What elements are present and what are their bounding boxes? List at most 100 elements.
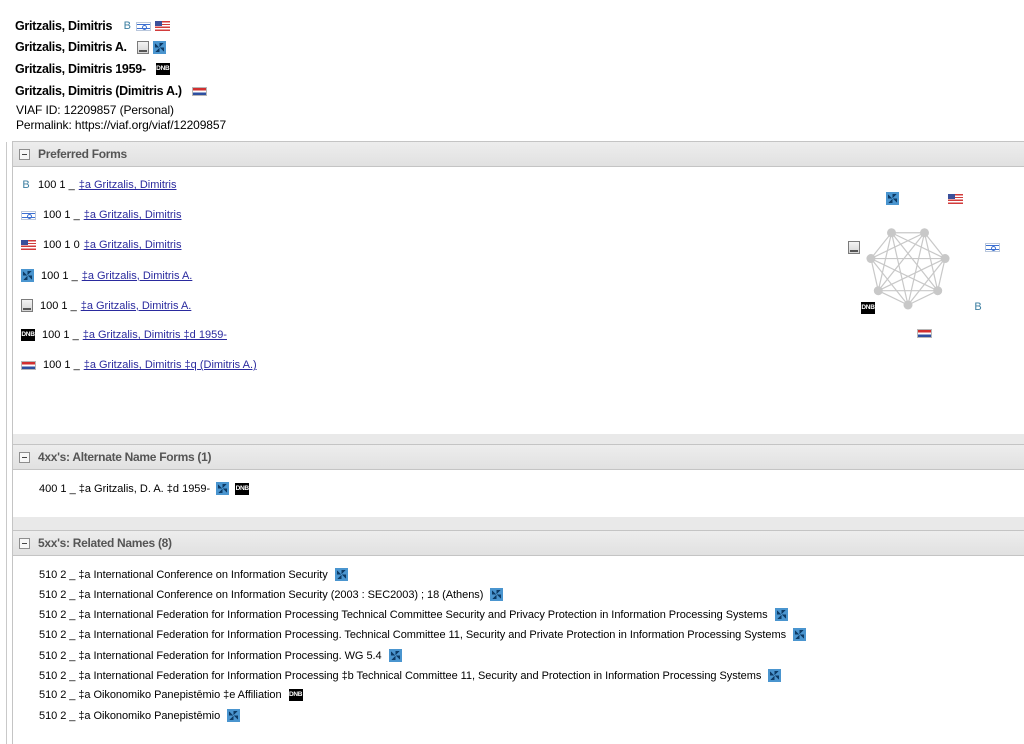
viaf-id: VIAF ID: 12209857 (Personal) (16, 103, 174, 117)
lc-icon[interactable] (152, 40, 166, 54)
section-title: 4xx's: Alternate Name Forms (1) (38, 450, 212, 464)
netherlands-flag-icon[interactable] (917, 329, 932, 338)
preferred-form-link[interactable]: ‡a Gritzalis, Dimitris ‡d 1959- (83, 329, 227, 341)
marc-code: 100 1 _ (40, 299, 77, 312)
graph-node (919, 228, 929, 238)
alternate-name-row: 400 1 _ ‡a Gritzalis, D. A. ‡d 1959- DNB (39, 482, 250, 495)
lc-icon[interactable] (388, 649, 402, 662)
marc-code: 100 1 _ (43, 359, 80, 371)
lc-icon[interactable] (768, 669, 782, 682)
related-name-text: 510 2 _ ‡a Oikonomiko Panepistēmio (39, 709, 221, 722)
heading-name-text: Gritzalis, Dimitris (15, 19, 113, 33)
marc-code: 100 1 _ (42, 329, 79, 341)
b-icon[interactable]: B (122, 20, 132, 32)
lc-icon[interactable] (886, 192, 899, 205)
preferred-forms-header[interactable]: Preferred Forms (12, 141, 1024, 167)
preferred-form-link[interactable]: ‡a Gritzalis, Dimitris (79, 179, 177, 191)
preferred-form-row: B 100 1 _ ‡a Gritzalis, Dimitris (21, 179, 177, 191)
related-name-text: 510 2 _ ‡a International Federation for … (39, 608, 768, 621)
preferred-form-link[interactable]: ‡a Gritzalis, Dimitris A. (81, 300, 192, 312)
lc-icon[interactable] (216, 482, 230, 495)
graph-edge (891, 232, 946, 260)
heading-name-2: Gritzalis, Dimitris A. (15, 40, 166, 54)
lc-icon[interactable] (227, 709, 241, 722)
heading-name-4: Gritzalis, Dimitris (Dimitris A.) (15, 84, 207, 98)
related-name-text: 510 2 _ ‡a International Federation for … (39, 649, 382, 662)
collapse-toggle-icon[interactable] (19, 148, 30, 160)
netherlands-flag-icon[interactable] (191, 86, 207, 96)
section-title: 5xx's: Related Names (8) (38, 536, 172, 550)
lc-icon[interactable] (490, 588, 504, 601)
lc-icon[interactable] (334, 568, 348, 581)
usa-flag-icon[interactable] (155, 21, 171, 31)
preferred-form-row: 100 1 _ ‡a Gritzalis, Dimitris (21, 209, 182, 221)
marc-code: 100 1 _ (43, 209, 80, 221)
book-icon[interactable] (848, 241, 860, 254)
marc-code: 100 1 _ (38, 179, 75, 191)
book-icon[interactable] (21, 299, 33, 312)
section-title: Preferred Forms (38, 147, 127, 161)
lc-icon[interactable] (793, 628, 807, 641)
preferred-form-row: 100 1 _ ‡a Gritzalis, Dimitris A. (21, 299, 191, 312)
graph-node (873, 286, 883, 296)
graph-edge (878, 290, 909, 306)
usa-flag-icon[interactable] (21, 240, 36, 250)
graph-node (887, 228, 897, 238)
alternate-names-header[interactable]: 4xx's: Alternate Name Forms (1) (12, 444, 1024, 470)
heading-name-text: Gritzalis, Dimitris A. (15, 40, 127, 54)
related-name-text: 510 2 _ ‡a International Conference on I… (39, 568, 328, 581)
related-name-row: 510 2 _ ‡a International Conference on I… (39, 568, 348, 581)
preferred-form-row: 100 1 _ ‡a Gritzalis, Dimitris A. (21, 269, 192, 282)
graph-edge (870, 258, 938, 292)
graph-node (940, 254, 950, 264)
heading-name-text: Gritzalis, Dimitris 1959- (15, 62, 146, 76)
related-name-row: 510 2 _ ‡a Oikonomiko Panepistēmio ‡e Af… (39, 689, 303, 701)
related-names-header[interactable]: 5xx's: Related Names (8) (12, 530, 1024, 556)
graph-edge (907, 290, 938, 306)
lc-icon[interactable] (21, 269, 34, 282)
preferred-form-link[interactable]: ‡a Gritzalis, Dimitris (84, 209, 182, 221)
collapse-toggle-icon[interactable] (19, 451, 30, 463)
marc-code: 100 1 0 (43, 239, 80, 251)
heading-name-1: Gritzalis, Dimitris B (15, 19, 171, 33)
b-icon[interactable]: B (973, 301, 983, 313)
graph-edge (870, 232, 925, 260)
preferred-form-row: 100 1 0 ‡a Gritzalis, Dimitris (21, 239, 182, 251)
heading-name-3: Gritzalis, Dimitris 1959- DNB (15, 62, 170, 76)
preferred-form-link[interactable]: ‡a Gritzalis, Dimitris A. (82, 270, 193, 282)
related-name-row: 510 2 _ ‡a International Conference on I… (39, 588, 504, 601)
dnb-icon[interactable]: DNB (155, 63, 170, 75)
related-name-text: 510 2 _ ‡a International Federation for … (39, 628, 787, 641)
book-icon[interactable] (136, 40, 149, 54)
graph-node (933, 286, 943, 296)
dnb-icon[interactable]: DNB (235, 482, 250, 495)
related-name-text: 510 2 _ ‡a International Federation for … (39, 669, 762, 682)
graph-node (903, 300, 913, 310)
netherlands-flag-icon[interactable] (21, 360, 36, 370)
dnb-icon[interactable]: DNB (288, 689, 303, 701)
viaf-record-page: Gritzalis, Dimitris B Gritzalis, Dimitri… (0, 0, 1024, 744)
related-name-text: 510 2 _ ‡a International Conference on I… (39, 588, 484, 601)
usa-flag-icon[interactable] (948, 194, 963, 204)
related-name-row: 510 2 _ ‡a International Federation for … (39, 649, 402, 662)
marc-code: 100 1 _ (41, 269, 78, 282)
graph-node (866, 254, 876, 264)
preferred-form-link[interactable]: ‡a Gritzalis, Dimitris (84, 239, 182, 251)
b-icon[interactable]: B (21, 179, 31, 191)
preferred-form-row: 100 1 _ ‡a Gritzalis, Dimitris ‡q (Dimit… (21, 359, 257, 371)
dnb-icon[interactable]: DNB (861, 302, 875, 314)
lc-icon[interactable] (774, 608, 788, 621)
dnb-icon[interactable]: DNB (21, 329, 35, 341)
israel-flag-icon[interactable] (21, 210, 36, 220)
graph-edge (878, 258, 946, 292)
related-name-row: 510 2 _ ‡a International Federation for … (39, 608, 788, 621)
permalink[interactable]: Permalink: https://viaf.org/viaf/1220985… (16, 118, 226, 132)
related-name-row: 510 2 _ ‡a Oikonomiko Panepistēmio (39, 709, 241, 722)
israel-flag-icon[interactable] (985, 243, 1000, 252)
preferred-form-link[interactable]: ‡a Gritzalis, Dimitris ‡q (Dimitris A.) (84, 359, 257, 371)
israel-flag-icon[interactable] (136, 21, 152, 31)
collapse-toggle-icon[interactable] (19, 537, 30, 549)
section-gap (12, 517, 1024, 530)
source-network-graph: B DNB (835, 180, 1015, 345)
graph-edges (866, 228, 950, 310)
